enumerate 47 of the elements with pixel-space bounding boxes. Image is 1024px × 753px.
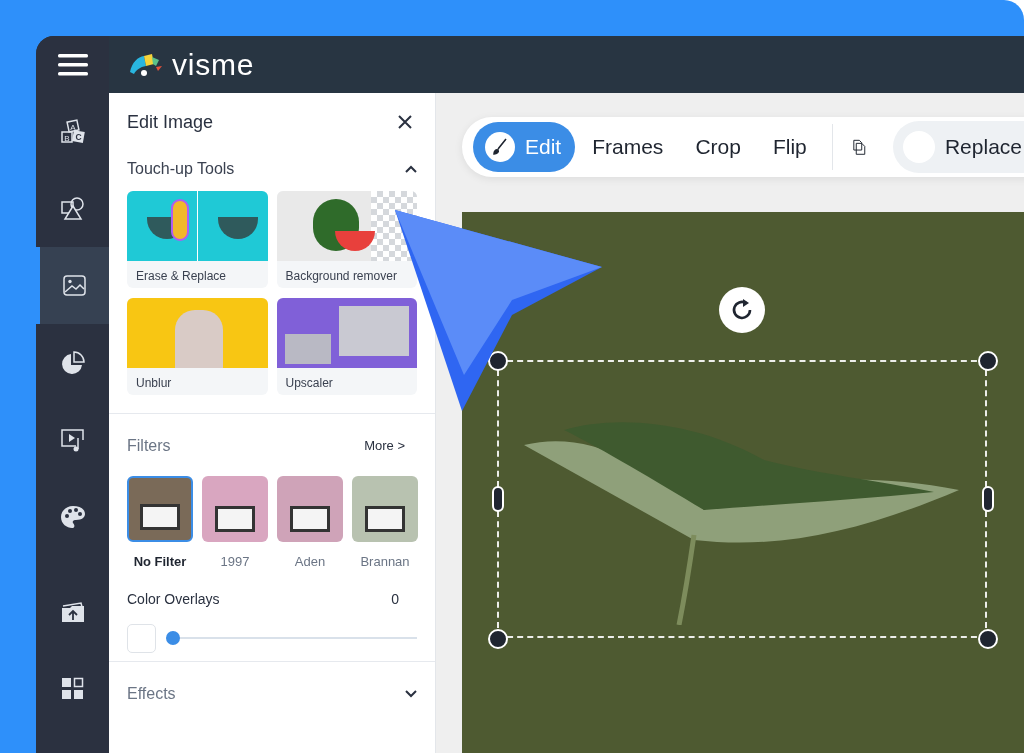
rotate-button[interactable] — [719, 287, 765, 333]
video-music-icon — [59, 426, 86, 453]
color-swatch[interactable] — [127, 623, 156, 653]
more-link[interactable]: More > — [364, 436, 405, 456]
slider-thumb[interactable] — [166, 631, 180, 645]
toolbar-tab[interactable]: Frames — [577, 122, 679, 172]
tool-label: Erase & Replace — [135, 268, 228, 285]
tool-label: Background remover — [284, 268, 398, 285]
resize-handle[interactable] — [488, 629, 508, 649]
menu-icon — [57, 53, 88, 76]
filter-option[interactable]: No Filter — [127, 476, 193, 572]
image-icon — [61, 272, 88, 299]
panel-title: Edit Image — [127, 110, 214, 134]
caret-icon[interactable] — [405, 689, 417, 698]
resize-handle[interactable] — [978, 351, 998, 371]
filter-option[interactable]: Aden — [277, 476, 343, 572]
slider-track[interactable] — [166, 631, 417, 645]
close-icon — [397, 114, 413, 130]
filter-option[interactable]: Brannan — [352, 476, 418, 572]
tool-label: Unblur — [135, 375, 173, 392]
filter-option[interactable]: 1997 — [202, 476, 268, 572]
resize-handle[interactable] — [982, 486, 994, 512]
menu-button[interactable] — [36, 36, 109, 93]
sidebar-item[interactable]: A B C — [36, 93, 109, 170]
resize-handle[interactable] — [488, 351, 508, 371]
pie-chart-icon — [59, 349, 86, 376]
tool-card[interactable]: Unblur — [127, 298, 268, 395]
tool-label: Upscaler — [284, 375, 334, 392]
logo-text: visme — [172, 49, 255, 80]
resize-handle[interactable] — [978, 629, 998, 649]
grid-icon — [59, 675, 86, 702]
caret-icon[interactable] — [405, 165, 417, 173]
section-title: Filters — [127, 436, 171, 456]
shapes-icon — [59, 195, 86, 222]
tool-card[interactable]: Upscaler — [276, 298, 417, 395]
tool-card[interactable]: Erase & Replace — [127, 191, 268, 288]
toolbar-tab[interactable]: Crop — [680, 122, 756, 172]
toolbar-tab[interactable]: Flip — [757, 122, 822, 172]
replace-button[interactable]: Replace — [892, 121, 1024, 173]
section-title: Touch-up Tools — [127, 159, 235, 179]
overlay-value: 0 — [391, 590, 399, 609]
palette-icon — [59, 503, 86, 530]
sidebar-item[interactable] — [36, 247, 109, 324]
section-title: Effects — [127, 683, 176, 704]
section-title: Color Overlays — [127, 590, 220, 609]
resize-handle[interactable] — [492, 486, 504, 512]
brush-icon — [485, 132, 515, 162]
